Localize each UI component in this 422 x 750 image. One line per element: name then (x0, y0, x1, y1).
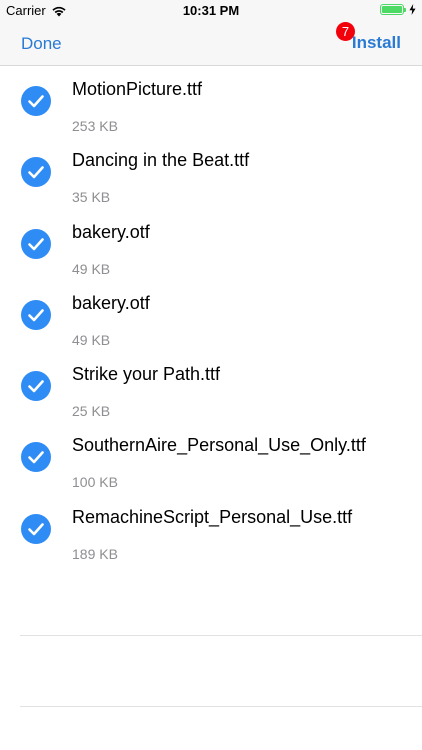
checkmark-icon[interactable] (21, 299, 51, 330)
battery-group (380, 4, 416, 15)
status-time: 10:31 PM (182, 3, 240, 18)
font-name: Dancing in the Beat.ttf (72, 150, 250, 171)
font-row-2[interactable]: Dancing in the Beat.ttf 35 KB (0, 137, 422, 208)
font-file-size: 49 KB (72, 260, 111, 277)
checkmark-icon[interactable] (21, 371, 51, 402)
install-button[interactable]: Install (352, 33, 401, 53)
font-row-7[interactable]: RemachineScript_Personal_Use.ttf 189 KB (0, 494, 422, 565)
font-file-size: 253 KB (72, 118, 118, 134)
font-file-size: 25 KB (72, 403, 111, 420)
font-name: Strike your Path.ttf (72, 364, 221, 385)
font-row-5[interactable]: Strike your Path.ttf 25 KB (0, 351, 422, 422)
font-name: bakery.otf (72, 221, 150, 242)
checkmark-icon[interactable] (21, 228, 51, 259)
font-row-3[interactable]: bakery.otf 49 KB (0, 209, 422, 280)
done-button[interactable]: Done (21, 34, 62, 54)
font-name: SouthernAire_Personal_Use_Only.ttf (72, 435, 366, 456)
font-row-6[interactable]: SouthernAire_Personal_Use_Only.ttf 100 K… (0, 422, 422, 493)
font-file-size: 100 KB (72, 474, 118, 491)
checkmark-icon[interactable] (21, 513, 51, 544)
checkmark-icon[interactable] (21, 86, 51, 116)
font-file-size: 35 KB (72, 189, 111, 206)
font-name: RemachineScript_Personal_Use.ttf (72, 506, 353, 527)
font-row-4[interactable]: bakery.otf 49 KB (0, 280, 422, 351)
checkmark-icon[interactable] (21, 442, 51, 473)
row-separator (20, 635, 422, 636)
font-file-size: 189 KB (72, 545, 118, 562)
row-separator (20, 706, 422, 707)
bolt-icon (409, 4, 416, 15)
status-bar: Carrier 10:31 PM (0, 0, 422, 22)
battery-full-icon (380, 4, 406, 15)
font-list: MotionPicture.ttf 253 KB Dancing in the … (0, 66, 422, 565)
font-row-1[interactable]: MotionPicture.ttf 253 KB (0, 66, 422, 137)
navigation-bar: Done 7 Install (0, 22, 422, 66)
checkmark-icon[interactable] (21, 157, 51, 188)
font-name: MotionPicture.ttf (72, 79, 203, 99)
font-name: bakery.otf (72, 292, 150, 313)
font-file-size: 49 KB (72, 331, 111, 348)
